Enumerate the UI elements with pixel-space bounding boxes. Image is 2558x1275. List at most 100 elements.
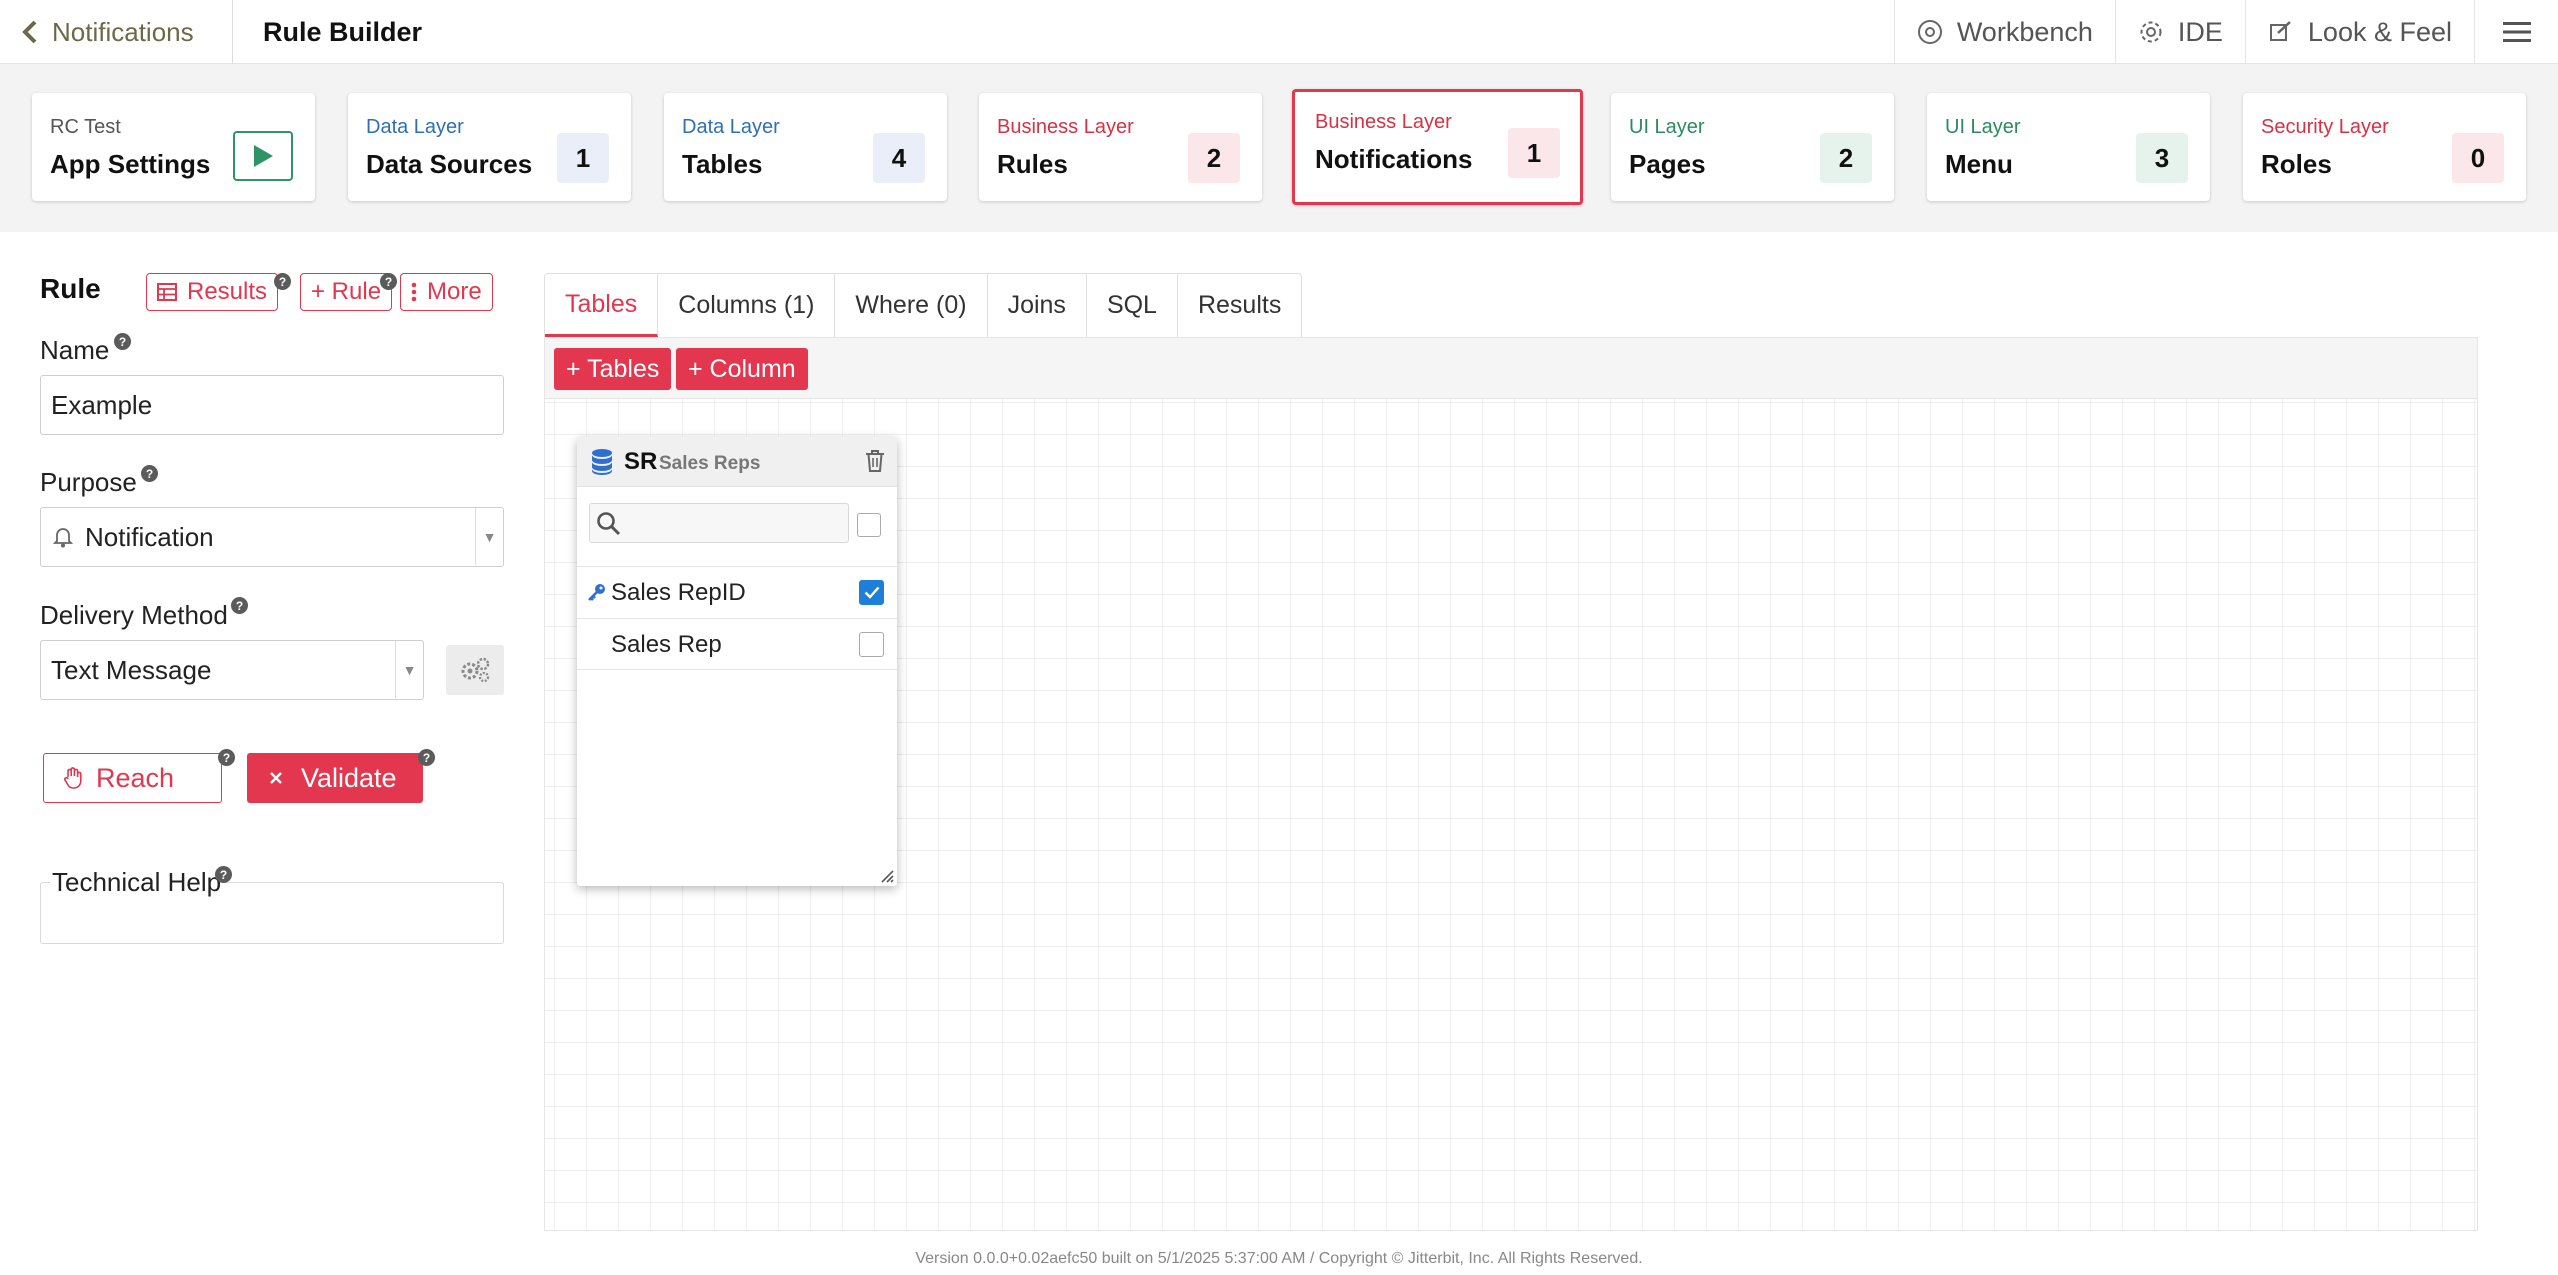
more-button[interactable]: More xyxy=(400,273,493,311)
close-icon xyxy=(269,771,283,785)
topbar-divider xyxy=(232,0,233,64)
tab-results[interactable]: Results xyxy=(1178,274,1301,337)
card-notifications[interactable]: Business Layer Notifications 1 xyxy=(1292,89,1583,205)
count-badge: 2 xyxy=(1188,133,1240,183)
add-tables-button[interactable]: + Tables xyxy=(554,348,672,390)
nav-workbench-label: Workbench xyxy=(1956,16,2093,47)
technical-help-help-icon[interactable]: ? xyxy=(215,866,232,883)
card-subtitle: Data Layer xyxy=(682,116,780,138)
count-badge: 0 xyxy=(2452,133,2504,183)
paint-icon xyxy=(2268,19,2294,45)
back-link[interactable]: Notifications xyxy=(22,0,194,64)
reach-button[interactable]: Reach xyxy=(43,753,222,803)
name-label: Name xyxy=(40,335,110,365)
card-subtitle: UI Layer xyxy=(1629,116,1705,138)
layer-strip: RC Test App Settings Data Layer Data Sou… xyxy=(0,64,2558,232)
purpose-label: Purpose xyxy=(40,467,137,497)
column-checkbox[interactable] xyxy=(859,632,884,657)
purpose-select[interactable]: Notification ▼ xyxy=(40,507,504,567)
card-data-sources[interactable]: Data Layer Data Sources 1 xyxy=(348,93,631,201)
table-widget-sales-reps[interactable]: SR Sales Reps Sales RepID Sales Rep xyxy=(577,437,897,886)
key-icon xyxy=(587,582,607,602)
card-subtitle: Business Layer xyxy=(1315,111,1452,133)
back-link-label: Notifications xyxy=(52,16,194,47)
table-icon xyxy=(157,283,177,301)
card-title: Menu xyxy=(1945,149,2013,179)
column-search-input[interactable] xyxy=(589,503,849,543)
card-app-settings[interactable]: RC Test App Settings xyxy=(32,93,315,201)
trash-icon[interactable] xyxy=(865,449,885,473)
tab-joins[interactable]: Joins xyxy=(988,274,1087,337)
name-help-icon[interactable]: ? xyxy=(114,333,131,350)
database-icon xyxy=(590,448,614,476)
caret-down-icon: ▼ xyxy=(395,641,423,698)
tab-columns[interactable]: Columns (1) xyxy=(658,274,836,337)
add-rule-help-icon[interactable]: ? xyxy=(380,273,397,290)
reach-help-icon[interactable]: ? xyxy=(218,749,235,766)
card-tables[interactable]: Data Layer Tables 4 xyxy=(664,93,947,201)
delivery-method-select[interactable]: Text Message ▼ xyxy=(40,640,424,700)
delivery-settings-button[interactable] xyxy=(446,645,504,695)
reach-button-label: Reach xyxy=(96,762,175,793)
card-title: Rules xyxy=(997,149,1068,179)
purpose-help-icon[interactable]: ? xyxy=(141,465,158,482)
nav-look-and-feel-label: Look & Feel xyxy=(2307,16,2452,47)
column-label: Sales Rep xyxy=(611,631,722,658)
count-badge: 1 xyxy=(557,133,609,183)
column-checkbox-checked[interactable] xyxy=(859,580,884,605)
card-menu[interactable]: UI Layer Menu 3 xyxy=(1927,93,2210,201)
builder-toolbar: + Tables + Column xyxy=(544,337,2478,399)
top-bar: Notifications Rule Builder Workbench IDE… xyxy=(0,0,2558,64)
results-button[interactable]: Results xyxy=(146,273,279,311)
card-title: Tables xyxy=(682,149,763,179)
select-all-checkbox[interactable] xyxy=(857,513,881,537)
delivery-method-help-icon[interactable]: ? xyxy=(231,597,248,614)
column-row[interactable]: Sales Rep xyxy=(577,618,897,670)
add-rule-button[interactable]: + Rule xyxy=(300,273,393,311)
results-help-icon[interactable]: ? xyxy=(274,273,291,290)
tab-tables[interactable]: Tables xyxy=(545,274,659,337)
gear-icon xyxy=(2138,19,2164,45)
count-badge: 2 xyxy=(1820,133,1872,183)
results-button-label: Results xyxy=(187,278,268,305)
purpose-select-value: Notification xyxy=(85,521,214,552)
validate-button-label: Validate xyxy=(301,762,397,793)
table-alias: SR xyxy=(624,448,658,475)
table-name: Sales Reps xyxy=(659,453,761,474)
nav-look-and-feel[interactable]: Look & Feel xyxy=(2244,0,2474,64)
card-subtitle: Business Layer xyxy=(997,116,1134,138)
footer-version: Version 0.0.0+0.02aefc50 built on 5/1/20… xyxy=(915,1250,1643,1267)
card-title: App Settings xyxy=(50,149,211,179)
nav-ide[interactable]: IDE xyxy=(2114,0,2245,64)
tab-sql[interactable]: SQL xyxy=(1087,274,1178,337)
card-roles[interactable]: Security Layer Roles 0 xyxy=(2243,93,2526,201)
technical-help-label: Technical Help xyxy=(50,867,224,898)
column-row[interactable]: Sales RepID xyxy=(577,566,897,618)
resize-handle-icon[interactable] xyxy=(878,867,894,883)
delivery-method-label: Delivery Method xyxy=(40,600,228,630)
play-icon xyxy=(252,144,274,168)
add-column-button[interactable]: + Column xyxy=(676,348,808,390)
add-rule-label: + Rule xyxy=(311,278,382,305)
search-icon xyxy=(596,511,622,537)
table-widget-header[interactable]: SR Sales Reps xyxy=(577,437,897,487)
caret-down-icon: ▼ xyxy=(475,508,503,565)
hamburger-icon xyxy=(2502,20,2531,44)
hamburger-menu-button[interactable] xyxy=(2474,0,2558,64)
validate-help-icon[interactable]: ? xyxy=(418,749,435,766)
workbench-icon xyxy=(1917,19,1943,45)
validate-button[interactable]: Validate xyxy=(247,753,423,803)
more-vertical-icon xyxy=(411,282,417,302)
run-app-button[interactable] xyxy=(233,131,293,181)
name-input[interactable]: Example xyxy=(40,375,504,435)
hand-icon xyxy=(64,767,82,789)
nav-workbench[interactable]: Workbench xyxy=(1893,0,2115,64)
card-title: Notifications xyxy=(1315,144,1473,174)
notification-icon xyxy=(53,526,73,548)
delivery-method-value: Text Message xyxy=(51,654,212,685)
card-pages[interactable]: UI Layer Pages 2 xyxy=(1611,93,1894,201)
card-rules[interactable]: Business Layer Rules 2 xyxy=(979,93,1262,201)
count-badge: 1 xyxy=(1508,128,1560,178)
builder-tabs: Tables Columns (1) Where (0) Joins SQL R… xyxy=(544,273,1303,337)
tab-where[interactable]: Where (0) xyxy=(835,274,988,337)
